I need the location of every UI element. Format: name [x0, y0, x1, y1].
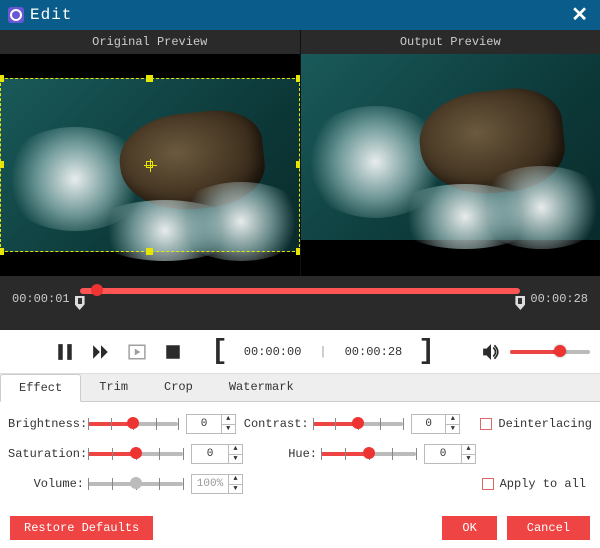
pause-button[interactable]	[54, 341, 76, 363]
saturation-spinner[interactable]: 0▲▼	[191, 444, 243, 464]
brightness-value: 0	[187, 418, 220, 430]
set-in-point-button[interactable]: [	[209, 338, 230, 366]
tab-effect[interactable]: Effect	[0, 374, 81, 402]
contrast-label: Contrast:	[244, 417, 313, 431]
timeline-current-time: 00:00:01	[12, 292, 70, 306]
restore-defaults-button[interactable]: Restore Defaults	[10, 516, 153, 540]
tab-trim[interactable]: Trim	[81, 374, 146, 401]
brightness-down[interactable]: ▼	[222, 425, 235, 434]
crop-overlay[interactable]	[0, 78, 300, 252]
crop-handle-bc[interactable]	[146, 248, 153, 255]
contrast-slider-knob[interactable]	[352, 417, 364, 429]
crop-handle-bl[interactable]	[0, 248, 4, 255]
brightness-slider[interactable]	[88, 414, 178, 434]
apply-to-all-label: Apply to all	[500, 477, 586, 491]
effect-panel: Brightness: 0▲▼ Contrast: 0▲▼ Deinterlac…	[0, 402, 600, 508]
preview-area: Original Preview Output Preview	[0, 30, 600, 330]
trim-end-marker[interactable]	[515, 296, 525, 310]
effect-volume-spinner[interactable]: 100%▲▼	[191, 474, 243, 494]
volume-label: Volume:	[8, 477, 88, 491]
crop-handle-ml[interactable]	[0, 161, 4, 168]
tab-watermark[interactable]: Watermark	[211, 374, 312, 401]
apply-to-all-box-icon	[482, 478, 494, 490]
saturation-down[interactable]: ▼	[229, 455, 242, 464]
original-preview-label: Original Preview	[0, 30, 301, 54]
timeline-track[interactable]	[80, 286, 521, 312]
crop-handle-tc[interactable]	[146, 75, 153, 82]
saturation-label: Saturation:	[8, 447, 88, 461]
deinterlacing-checkbox[interactable]: Deinterlacing	[480, 417, 592, 431]
saturation-slider-knob[interactable]	[130, 447, 142, 459]
trim-start-marker[interactable]	[75, 296, 85, 310]
stop-button[interactable]	[162, 341, 184, 363]
footer: Restore Defaults OK Cancel	[0, 508, 600, 548]
contrast-spinner[interactable]: 0▲▼	[411, 414, 460, 434]
brightness-slider-knob[interactable]	[127, 417, 139, 429]
saturation-value: 0	[192, 448, 228, 460]
effect-volume-value: 100%	[192, 478, 228, 490]
effect-volume-down[interactable]: ▼	[229, 485, 242, 494]
original-preview-pane[interactable]	[0, 54, 301, 276]
range-start-time: 00:00:00	[244, 345, 302, 359]
contrast-down[interactable]: ▼	[446, 425, 459, 434]
hue-slider-knob[interactable]	[363, 447, 375, 459]
titlebar: Edit ✕	[0, 0, 600, 30]
timeline-total-time: 00:00:28	[530, 292, 588, 306]
saturation-up[interactable]: ▲	[229, 445, 242, 455]
window-title: Edit	[30, 6, 567, 24]
range-end-time: 00:00:28	[345, 345, 403, 359]
tabs: Effect Trim Crop Watermark	[0, 374, 600, 402]
contrast-value: 0	[412, 418, 445, 430]
hue-up[interactable]: ▲	[462, 445, 475, 455]
saturation-slider[interactable]	[88, 444, 183, 464]
contrast-up[interactable]: ▲	[446, 415, 459, 425]
set-out-point-button[interactable]: ]	[416, 338, 437, 366]
effect-volume-slider-knob[interactable]	[130, 477, 142, 489]
deinterlacing-box-icon	[480, 418, 492, 430]
step-button[interactable]	[126, 341, 148, 363]
app-logo-icon	[8, 7, 24, 23]
hue-value: 0	[425, 448, 461, 460]
brightness-label: Brightness:	[8, 417, 88, 431]
output-preview-pane	[301, 54, 600, 276]
timeline-playhead[interactable]	[91, 284, 103, 296]
close-button[interactable]: ✕	[567, 2, 592, 28]
contrast-slider[interactable]	[313, 414, 403, 434]
volume-slider[interactable]	[510, 350, 590, 354]
cancel-button[interactable]: Cancel	[507, 516, 590, 540]
timeline: 00:00:01 00:00:28	[0, 276, 600, 330]
output-preview-label: Output Preview	[301, 30, 600, 54]
tab-crop[interactable]: Crop	[146, 374, 211, 401]
brightness-spinner[interactable]: 0▲▼	[186, 414, 235, 434]
effect-volume-slider[interactable]	[88, 474, 183, 494]
hue-spinner[interactable]: 0▲▼	[424, 444, 476, 464]
hue-label: Hue:	[251, 447, 321, 461]
hue-down[interactable]: ▼	[462, 455, 475, 464]
range-divider: |	[315, 345, 330, 359]
brightness-up[interactable]: ▲	[222, 415, 235, 425]
transport-bar: [ 00:00:00 | 00:00:28 ]	[0, 330, 600, 374]
effect-volume-up[interactable]: ▲	[229, 475, 242, 485]
volume-slider-knob[interactable]	[554, 345, 566, 357]
crop-handle-center[interactable]	[146, 161, 153, 168]
hue-slider[interactable]	[321, 444, 416, 464]
apply-to-all-checkbox[interactable]: Apply to all	[482, 477, 586, 491]
deinterlacing-label: Deinterlacing	[498, 417, 592, 431]
crop-handle-tl[interactable]	[0, 75, 4, 82]
volume-icon[interactable]	[480, 341, 502, 363]
fast-forward-button[interactable]	[90, 341, 112, 363]
output-thumbnail	[301, 54, 600, 240]
ok-button[interactable]: OK	[442, 516, 496, 540]
